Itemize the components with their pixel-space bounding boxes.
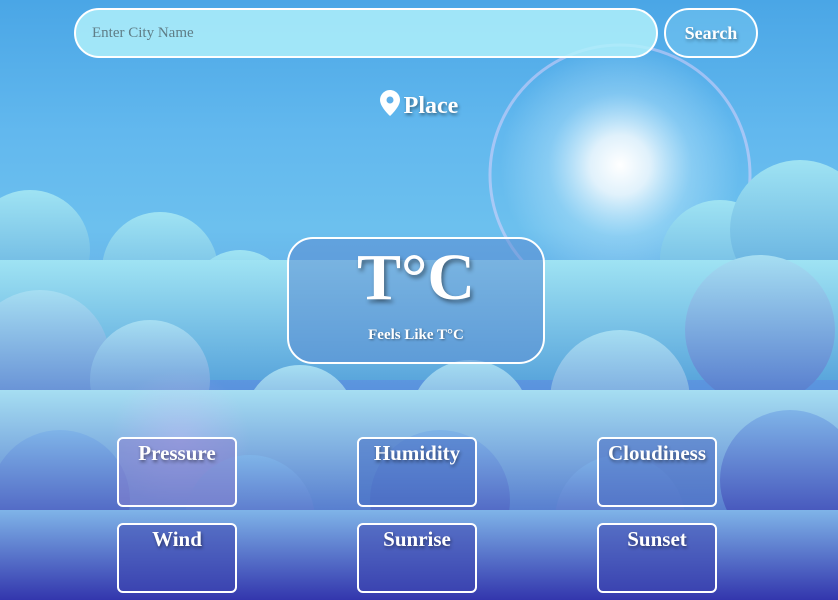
stat-label: Sunset — [627, 527, 687, 551]
map-pin-icon — [379, 90, 400, 123]
stat-card-cloudiness: Cloudiness — [597, 437, 717, 507]
stat-card-humidity: Humidity — [357, 437, 477, 507]
stat-card-wind: Wind — [117, 523, 237, 593]
stat-label: Cloudiness — [607, 441, 707, 465]
location-heading: Place — [0, 90, 838, 123]
temperature-value: T°C — [356, 241, 476, 314]
city-search-input[interactable] — [76, 10, 656, 56]
stat-card-pressure: Pressure — [117, 437, 237, 507]
search-bar — [74, 8, 658, 58]
stat-label: Sunrise — [383, 527, 451, 551]
feels-like-text: Feels Like T°C — [368, 327, 464, 343]
stat-label: Wind — [152, 527, 202, 551]
stat-label: Pressure — [138, 441, 216, 465]
temperature-card: T°C Feels Like T°C — [287, 237, 545, 364]
place-name: Place — [403, 93, 459, 119]
stat-card-sunset: Sunset — [597, 523, 717, 593]
search-button[interactable]: Search — [664, 8, 758, 58]
stat-card-sunrise: Sunrise — [357, 523, 477, 593]
stat-label: Humidity — [373, 441, 461, 465]
